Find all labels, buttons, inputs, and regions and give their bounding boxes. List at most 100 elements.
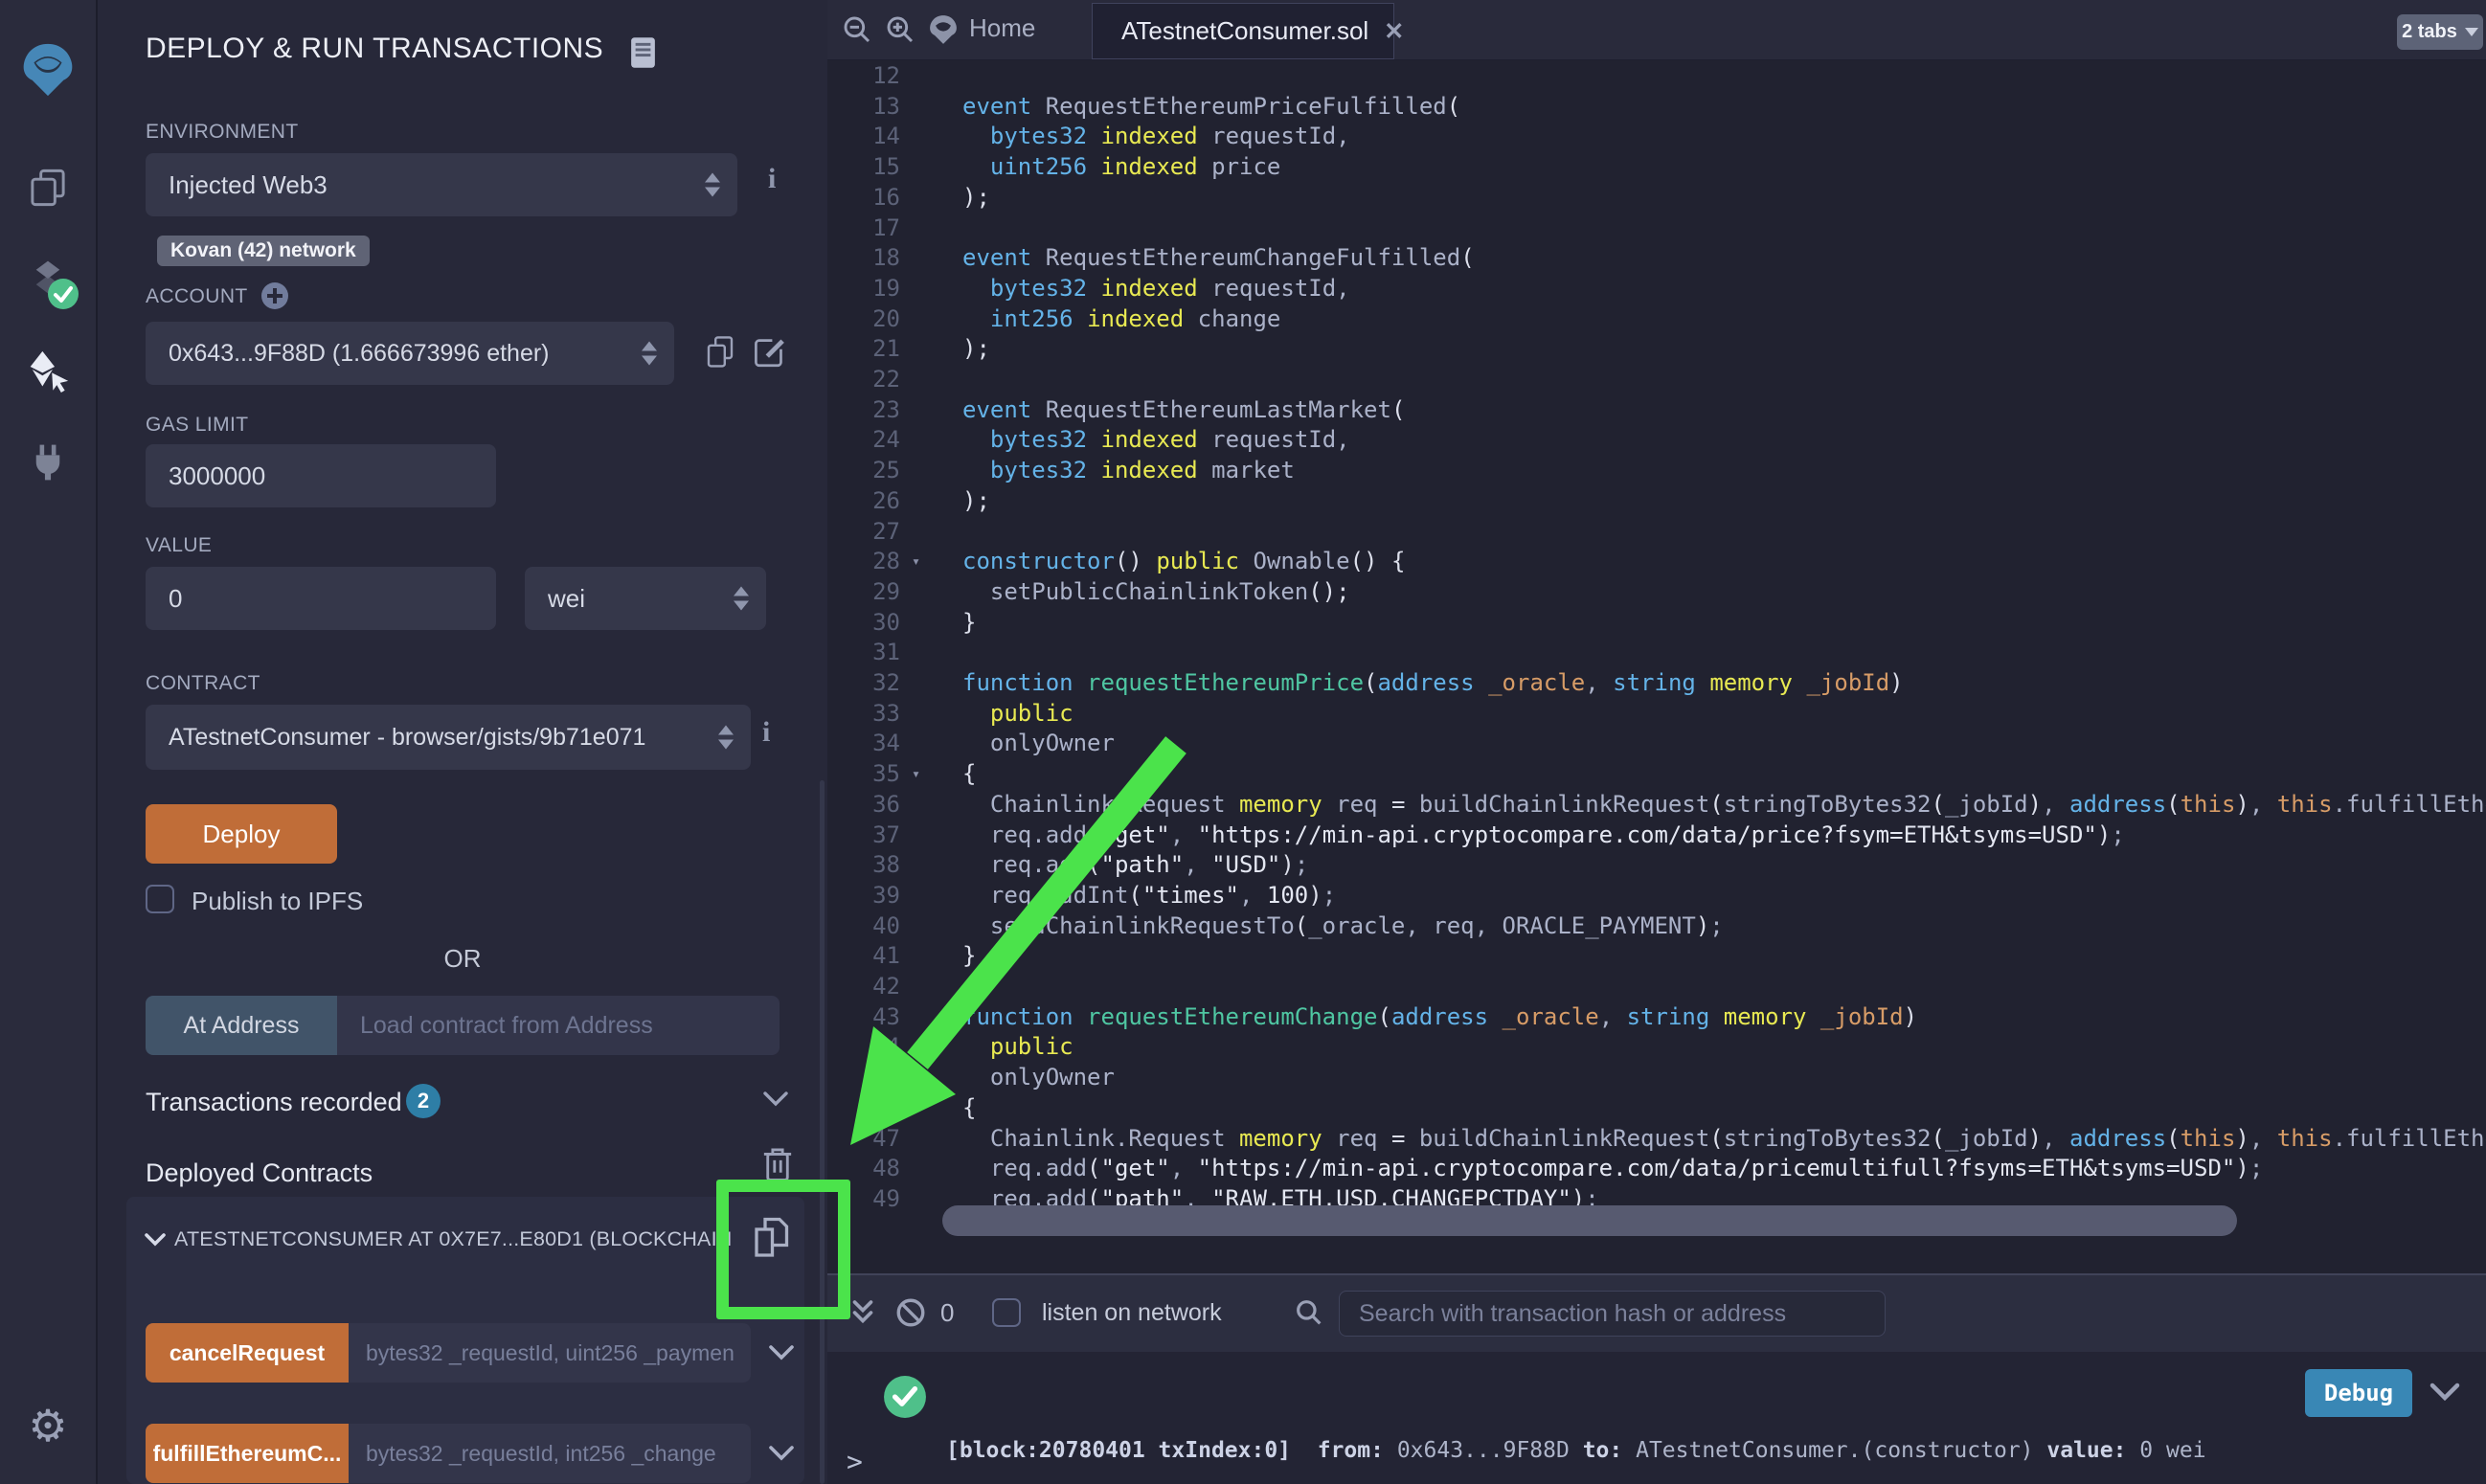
code-line-41: 41} [827,940,2486,971]
debug-button[interactable]: Debug [2305,1369,2412,1417]
code-fold-icon[interactable]: ▾ [912,1092,920,1123]
clear-console-icon[interactable] [894,1296,927,1329]
line-number: 47 [827,1123,900,1154]
code-line-15: 15 uint256 indexed price [827,151,2486,182]
plugin-manager-icon[interactable] [0,440,96,484]
function-row: cancelRequest [146,1323,795,1383]
code-line-48: 48 req.add("get", "https://min-api.crypt… [827,1153,2486,1183]
transactions-collapse-icon[interactable] [762,1090,789,1109]
terminal-search-input[interactable] [1339,1291,1886,1337]
code-line-12: 12 [827,60,2486,91]
edit-account-icon[interactable] [753,335,785,368]
account-select[interactable]: 0x643...9F88D (1.666673996 ether) [146,322,674,385]
code-line-42: 42 [827,971,2486,1001]
terminal-prompt[interactable]: > [847,1446,863,1477]
code-line-30: 30} [827,607,2486,638]
line-number: 38 [827,849,900,880]
code-line-33: 33 public [827,698,2486,729]
at-address-input[interactable] [337,996,780,1055]
or-divider: OR [165,944,760,974]
spinner-icon [642,342,657,366]
line-number: 28 [827,546,900,576]
line-number: 14 [827,121,900,151]
contract-info-icon[interactable]: i [762,716,770,749]
clear-deployed-trash-icon[interactable] [760,1145,795,1185]
horizontal-scrollbar[interactable] [942,1205,2237,1236]
line-number: 13 [827,91,900,122]
zoom-in-icon[interactable] [885,14,915,45]
remix-logo[interactable] [0,40,96,100]
publish-ipfs-checkbox[interactable] [146,885,174,913]
copy-contract-address-icon[interactable] [751,1214,791,1262]
docs-icon[interactable] [630,36,656,69]
expand-function-icon[interactable] [768,1424,795,1483]
code-line-32: 32function requestEthereumPrice(address … [827,667,2486,698]
value-input[interactable] [146,567,496,630]
expand-terminal-icon[interactable] [848,1296,877,1329]
code-line-21: 21); [827,333,2486,364]
line-number: 31 [827,637,900,667]
transactions-recorded-label: Transactions recorded [146,1088,402,1117]
line-number: 33 [827,698,900,729]
environment-select[interactable]: Injected Web3 [146,153,737,216]
code-fold-icon[interactable]: ▾ [912,546,920,576]
line-number: 43 [827,1001,900,1032]
line-number: 12 [827,60,900,91]
code-line-36: 36 Chainlink.Request memory req = buildC… [827,789,2486,820]
icon-rail: ⚙ [0,0,98,1484]
code-line-17: 17 [827,213,2486,243]
code-line-45: 45 onlyOwner [827,1062,2486,1092]
expand-function-icon[interactable] [768,1323,795,1383]
expand-log-icon[interactable] [2429,1381,2461,1404]
code-line-37: 37 req.add("get", "https://min-api.crypt… [827,820,2486,850]
code-line-27: 27 [827,516,2486,547]
panel-scrollbar[interactable] [820,780,825,1484]
code-line-20: 20 int256 indexed change [827,304,2486,334]
deploy-run-icon[interactable] [0,349,96,394]
account-value: 0x643...9F88D (1.666673996 ether) [169,340,550,368]
function-params-input[interactable] [349,1323,751,1383]
contract-select[interactable]: ATestnetConsumer - browser/gists/9b71e07… [146,705,751,770]
log-line-1: [block:20780401 txIndex:0] from: 0x643..… [946,1434,2206,1467]
contract-value: ATestnetConsumer - browser/gists/9b71e07… [169,724,645,752]
value-label: VALUE [146,534,212,557]
code-line-43: 43function requestEthereumChange(address… [827,1001,2486,1032]
compile-success-badge [46,278,80,310]
spinner-icon [718,726,734,750]
tab-home[interactable]: Home [969,13,1035,43]
copy-account-icon[interactable] [705,335,735,370]
environment-info-icon[interactable]: i [768,163,776,195]
line-number: 26 [827,485,900,516]
listen-network-checkbox[interactable] [992,1298,1021,1327]
pending-tx-count: 0 [940,1298,954,1328]
tab-atestnetconsumer[interactable]: ATestnetConsumer.sol ✕ [1092,3,1394,59]
code-line-31: 31 [827,637,2486,667]
function-params-input[interactable] [349,1424,751,1483]
close-tab-icon[interactable]: ✕ [1384,17,1404,46]
value-unit-select[interactable]: wei [525,567,766,630]
home-tab-icon[interactable] [927,13,960,46]
line-number: 36 [827,789,900,820]
transaction-log[interactable]: [block:20780401 txIndex:0] from: 0x643..… [946,1369,2206,1484]
add-account-icon[interactable] [260,281,289,310]
tabs-menu-button[interactable]: 2 tabs [2397,14,2483,50]
code-editor[interactable]: 1213event RequestEthereumPriceFulfilled(… [827,60,2486,1273]
function-button-fulfillethereumchange[interactable]: fulfillEthereumC... [146,1424,349,1483]
contract-expand-icon[interactable] [144,1231,167,1248]
code-fold-icon[interactable]: ▾ [912,758,920,789]
network-badge: Kovan (42) network [157,236,370,266]
file-explorer-icon[interactable] [0,167,96,209]
function-row: fulfillEthereumC... [146,1424,795,1483]
editor-area: Home ATestnetConsumer.sol ✕ 2 tabs 1213e… [827,0,2486,1484]
zoom-out-icon[interactable] [842,14,872,45]
settings-icon[interactable]: ⚙ [0,1404,96,1448]
function-button-cancelrequest[interactable]: cancelRequest [146,1323,349,1383]
deployed-contract-title[interactable]: ATESTNETCONSUMER AT 0X7E7...E80D1 (BLOCK… [174,1227,732,1251]
line-number: 15 [827,151,900,182]
chevron-down-icon [2465,28,2478,36]
line-number: 30 [827,607,900,638]
line-number: 40 [827,911,900,941]
at-address-button[interactable]: At Address [146,996,337,1055]
gas-limit-input[interactable] [146,444,496,507]
deploy-button[interactable]: Deploy [146,804,337,864]
